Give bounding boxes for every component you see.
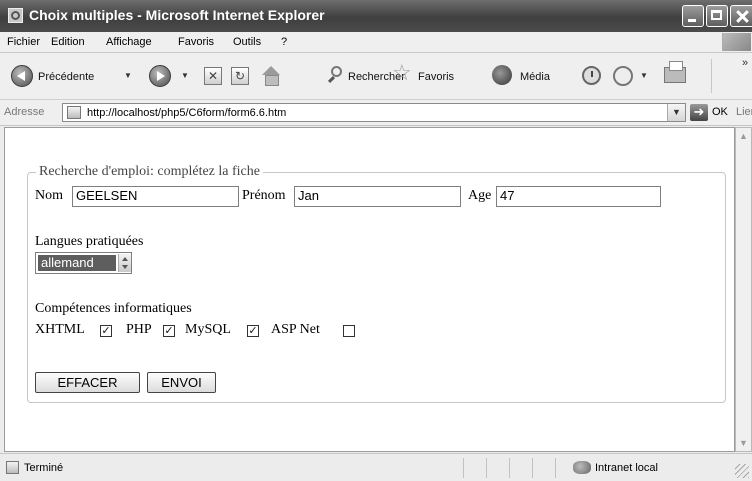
browser-window: Choix multiples - Microsoft Internet Exp… <box>0 0 752 481</box>
minimize-button[interactable] <box>682 5 704 27</box>
skill-xhtml-label: XHTML <box>35 322 85 337</box>
langues-select[interactable]: allemand <box>35 252 132 274</box>
skill-php-label: PHP <box>126 322 152 337</box>
address-label: Adresse <box>4 106 45 118</box>
go-button-label[interactable]: OK <box>712 106 728 118</box>
langues-label: Langues pratiquées <box>35 234 144 249</box>
check-mark-icon: ✓ <box>101 325 111 337</box>
address-url[interactable]: http://localhost/php5/C6form/form6.6.htm <box>87 107 286 119</box>
home-icon[interactable] <box>261 66 281 86</box>
check-mark-icon: ✓ <box>248 325 258 337</box>
search-icon[interactable] <box>328 66 344 82</box>
page-viewport: Recherche d'emploi: complétez la fiche N… <box>4 127 735 452</box>
back-arrow-icon[interactable] <box>11 65 33 87</box>
windows-logo-icon <box>722 33 751 51</box>
menu-affichage[interactable]: Affichage <box>106 36 152 48</box>
maximize-button[interactable] <box>706 5 728 27</box>
nom-label: Nom <box>35 188 63 203</box>
nom-input[interactable]: GEELSEN <box>72 186 239 207</box>
history-icon[interactable] <box>582 66 601 85</box>
submit-button[interactable]: ENVOI <box>147 372 216 393</box>
menu-edition[interactable]: Edition <box>51 36 85 48</box>
age-input[interactable]: 47 <box>496 186 661 207</box>
status-bar: Terminé Intranet local <box>0 453 752 481</box>
favorites-button-label[interactable]: Favoris <box>418 71 454 83</box>
links-label[interactable]: Liens <box>736 106 752 118</box>
print-icon[interactable] <box>664 61 686 83</box>
prenom-label: Prénom <box>242 188 286 203</box>
menu-bar: Fichier Edition Affichage Favoris Outils… <box>0 32 752 53</box>
address-bar: Adresse http://localhost/php5/C6form/for… <box>0 100 752 126</box>
security-zone-text: Intranet local <box>595 462 658 474</box>
skill-xhtml-checkbox[interactable]: ✓ <box>100 325 112 337</box>
form-legend: Recherche d'emploi: complétez la fiche <box>36 164 263 180</box>
menu-favoris[interactable]: Favoris <box>178 36 214 48</box>
media-icon[interactable] <box>492 65 512 85</box>
skill-mysql-checkbox[interactable]: ✓ <box>247 325 259 337</box>
toolbar-separator <box>711 59 712 93</box>
ie-app-icon[interactable] <box>8 8 23 23</box>
skill-aspnet-label: ASP Net <box>271 322 320 337</box>
forward-arrow-icon[interactable] <box>149 65 171 87</box>
menu-fichier[interactable]: Fichier <box>7 36 40 48</box>
page-icon <box>67 106 81 119</box>
reset-button[interactable]: EFFACER <box>35 372 140 393</box>
skill-mysql-label: MySQL <box>185 322 231 337</box>
prenom-input[interactable]: Jan <box>294 186 461 207</box>
resize-grip-icon[interactable] <box>735 464 749 478</box>
menu-outils[interactable]: Outils <box>233 36 261 48</box>
vertical-scrollbar[interactable]: ▲ ▼ <box>735 127 752 452</box>
select-spinner-icon[interactable] <box>118 254 131 272</box>
skill-php-checkbox[interactable]: ✓ <box>163 325 175 337</box>
status-separator <box>463 458 464 478</box>
status-separator <box>555 458 556 478</box>
status-separator <box>486 458 487 478</box>
close-button[interactable] <box>730 5 752 27</box>
refresh-icon[interactable]: ↻ <box>231 67 249 85</box>
media-button-label[interactable]: Média <box>520 71 550 83</box>
status-page-icon <box>6 461 19 474</box>
menu-help[interactable]: ? <box>281 36 287 48</box>
scroll-down-icon[interactable]: ▼ <box>736 435 751 451</box>
toolbar: Précédente ▼ ▼ ✕ ↻ Rechercher ☆ Favoris … <box>0 53 752 100</box>
favorites-star-icon[interactable]: ☆ <box>392 62 412 84</box>
window-title: Choix multiples - Microsoft Internet Exp… <box>29 7 325 23</box>
check-mark-icon: ✓ <box>164 325 174 337</box>
go-arrow-icon[interactable]: ➜ <box>690 104 708 121</box>
scroll-up-icon[interactable]: ▲ <box>736 128 751 144</box>
forward-dropdown-icon[interactable]: ▼ <box>181 71 189 80</box>
age-label: Age <box>468 188 492 203</box>
skill-aspnet-checkbox[interactable] <box>343 325 355 337</box>
title-bar[interactable]: Choix multiples - Microsoft Internet Exp… <box>0 0 752 32</box>
status-separator <box>509 458 510 478</box>
address-dropdown-icon[interactable]: ▼ <box>667 104 685 121</box>
toolbar-overflow-icon[interactable]: » <box>742 57 748 69</box>
back-dropdown-icon[interactable]: ▼ <box>124 71 132 80</box>
status-text: Terminé <box>24 462 64 474</box>
mail-icon[interactable] <box>613 66 633 86</box>
langues-selected-option[interactable]: allemand <box>38 255 116 271</box>
competences-label: Compétences informatiques <box>35 301 192 316</box>
mail-dropdown-icon[interactable]: ▼ <box>640 71 648 80</box>
address-field[interactable]: http://localhost/php5/C6form/form6.6.htm… <box>62 103 686 122</box>
status-separator <box>532 458 533 478</box>
stop-icon[interactable]: ✕ <box>204 67 222 85</box>
back-button-label[interactable]: Précédente <box>38 71 94 83</box>
intranet-zone-icon <box>573 461 591 474</box>
